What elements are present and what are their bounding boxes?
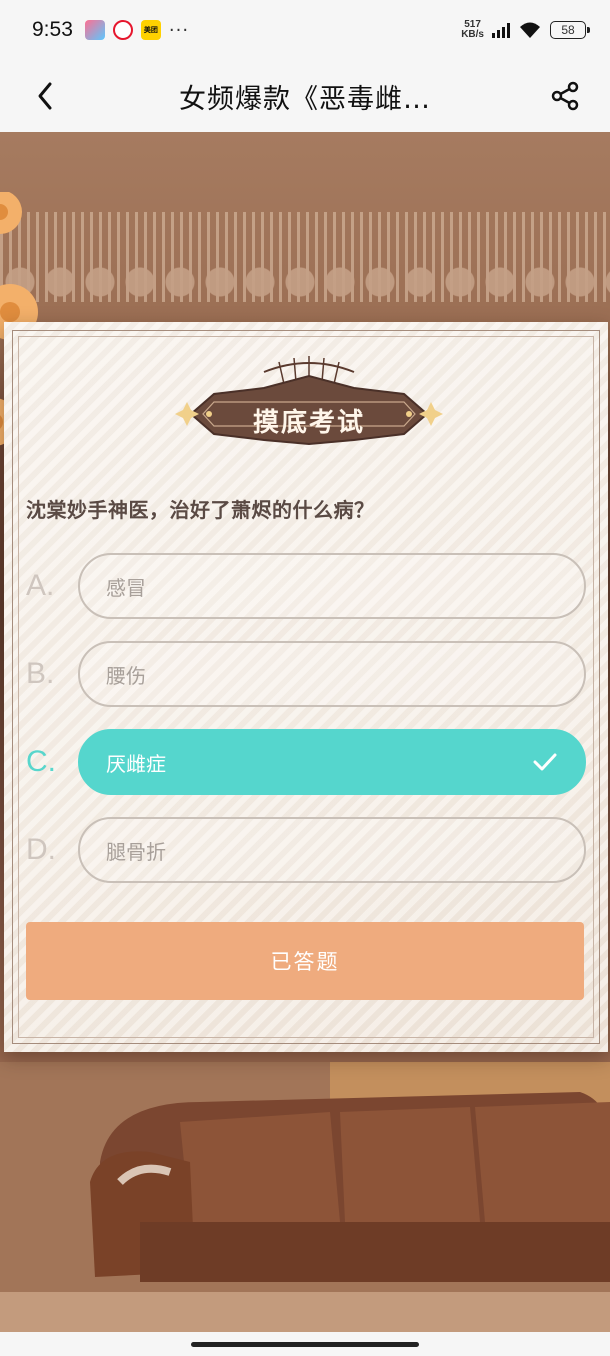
page-title: 女频爆款《恶毒雌… bbox=[179, 83, 431, 115]
quiz-scene: 摸底考试 沈棠妙手神医，治好了萧烬的什么病？ A. 感冒 B. 腰伤 C. 厌雌… bbox=[0, 132, 610, 1332]
option-label: 腿骨折 bbox=[106, 839, 166, 864]
quiz-card: 摸底考试 沈棠妙手神医，治好了萧烬的什么病？ A. 感冒 B. 腰伤 C. 厌雌… bbox=[4, 322, 608, 1052]
option-letter: C. bbox=[26, 745, 56, 778]
option-letter: A. bbox=[26, 569, 55, 602]
option-d[interactable]: D. 腿骨折 bbox=[26, 816, 586, 884]
home-indicator[interactable] bbox=[191, 1342, 419, 1347]
option-letter: D. bbox=[26, 833, 56, 866]
sofa-illustration bbox=[0, 1062, 610, 1332]
share-icon bbox=[551, 81, 579, 111]
option-pill[interactable]: 腿骨折 bbox=[78, 817, 586, 883]
option-letter: B. bbox=[26, 657, 55, 690]
battery-level: 58 bbox=[561, 23, 575, 37]
share-button[interactable] bbox=[520, 60, 610, 132]
chevron-left-icon bbox=[38, 82, 52, 110]
battery-icon: 58 bbox=[550, 21, 590, 39]
ticket-app-icon bbox=[84, 20, 105, 40]
back-button[interactable] bbox=[0, 60, 90, 132]
status-bar: 9:53 美团 ··· 517 KB/s 58 bbox=[0, 0, 610, 60]
wifi-icon bbox=[520, 22, 540, 38]
option-pill[interactable]: 厌雌症 bbox=[78, 729, 586, 795]
option-b[interactable]: B. 腰伤 bbox=[26, 640, 586, 708]
option-a[interactable]: A. 感冒 bbox=[26, 552, 586, 620]
quiz-badge: 摸底考试 bbox=[169, 350, 449, 450]
lace-curtain bbox=[0, 212, 610, 302]
option-c[interactable]: C. 厌雌症 bbox=[26, 728, 586, 796]
option-label: 厌雌症 bbox=[106, 751, 166, 776]
question-text: 沈棠妙手神医，治好了萧烬的什么病？ bbox=[26, 498, 375, 522]
net-speed-unit: KB/s bbox=[461, 29, 484, 40]
option-label: 腰伤 bbox=[106, 663, 146, 688]
signal-icon bbox=[492, 22, 510, 38]
answered-button[interactable]: 已答题 bbox=[26, 922, 584, 1000]
more-notifications-icon: ··· bbox=[168, 19, 190, 41]
option-pill[interactable]: 腰伤 bbox=[78, 641, 586, 707]
status-time: 9:53 bbox=[32, 18, 73, 41]
net-speed: 517 KB/s bbox=[461, 20, 484, 40]
badge-title: 摸底考试 bbox=[252, 408, 365, 438]
check-icon bbox=[533, 753, 557, 771]
option-label: 感冒 bbox=[106, 575, 146, 600]
nav-bar: 女频爆款《恶毒雌… bbox=[0, 60, 610, 132]
meituan-icon: 美团 bbox=[140, 20, 161, 40]
option-pill[interactable]: 感冒 bbox=[78, 553, 586, 619]
gesture-bar bbox=[0, 1332, 610, 1356]
weibo-icon bbox=[112, 20, 133, 40]
